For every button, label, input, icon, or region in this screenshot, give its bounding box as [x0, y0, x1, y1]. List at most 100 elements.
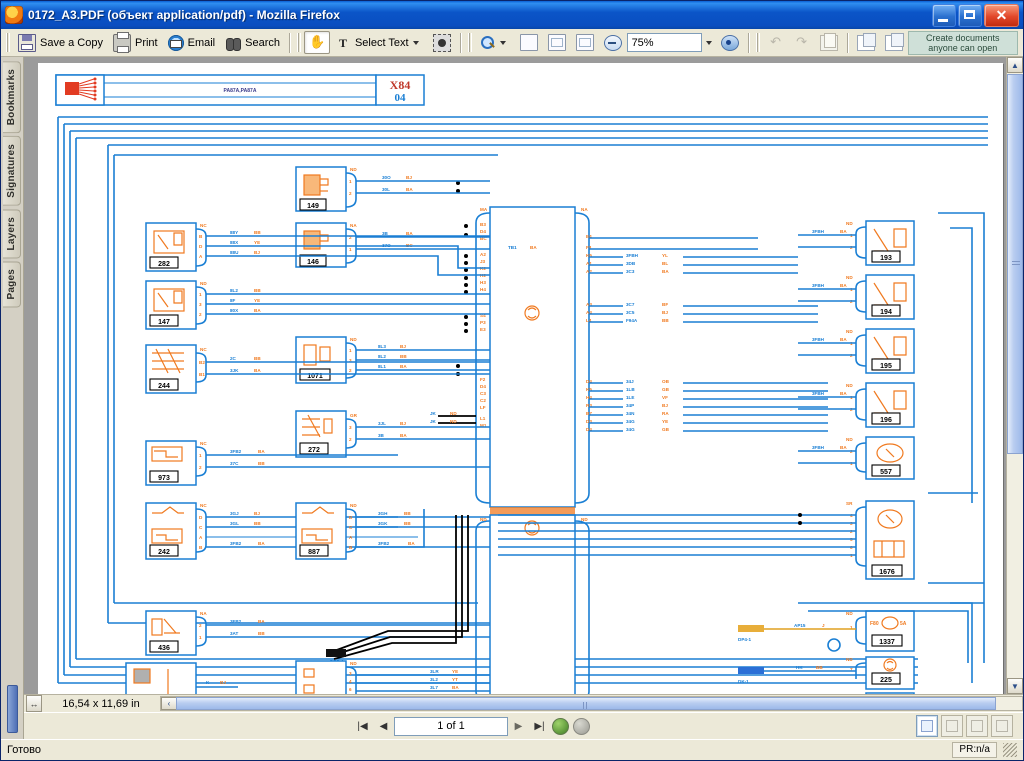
toolbar-grip[interactable]	[6, 33, 10, 52]
previous-view-circle-button[interactable]	[552, 718, 569, 735]
svg-text:BB: BB	[816, 665, 823, 670]
svg-text:8L2: 8L2	[230, 288, 238, 293]
svg-text:3: 3	[349, 671, 352, 676]
sidebar-tab-bookmarks-label: Bookmarks	[6, 69, 17, 125]
zoom-in-button[interactable]	[716, 31, 744, 54]
svg-text:B2: B2	[199, 360, 205, 365]
component-193: 193 ND 12 3FBHBA	[798, 221, 914, 265]
hand-tool-button[interactable]: ✋	[304, 31, 330, 54]
svg-text:2: 2	[349, 368, 352, 373]
scroll-up-button[interactable]: ▲	[1007, 57, 1023, 73]
continuous-view-button[interactable]	[941, 715, 963, 737]
svg-text:3JK: 3JK	[230, 368, 239, 373]
continuous-facing-view-button[interactable]	[991, 715, 1013, 737]
next-view-circle-button[interactable]	[573, 718, 590, 735]
svg-text:BJ: BJ	[400, 344, 406, 349]
zoom-level-value: 75%	[632, 37, 654, 49]
next-view-button[interactable]	[880, 31, 908, 54]
svg-text:JK: JK	[430, 419, 437, 424]
zoom-tool-button[interactable]	[475, 31, 515, 54]
copy-button[interactable]	[815, 31, 843, 54]
sidebar-tab-pages[interactable]: Pages	[3, 261, 21, 307]
toolbar-grip-4[interactable]	[756, 33, 760, 52]
svg-text:B3: B3	[480, 222, 486, 227]
svg-text:193: 193	[880, 255, 892, 262]
page-number-field[interactable]: 1 of 1	[394, 717, 508, 736]
component-bottom-left: ND 34 62 3LRYE 3L2YT 3L7BA 3LUNA	[296, 661, 490, 694]
zoom-level-combo[interactable]: 75%	[627, 33, 702, 52]
next-page-button[interactable]: ▶	[508, 716, 529, 737]
single-page-icon	[921, 720, 933, 732]
pdf-page[interactable]: .w{stroke:#1a7fd4;stroke-width:1.6;fill:…	[38, 63, 1003, 694]
sidebar-tab-signatures[interactable]: Signatures	[3, 136, 21, 206]
toolbar-separator	[289, 33, 290, 53]
snapshot-icon	[433, 34, 451, 52]
page-indicator-label: 1 of 1	[437, 720, 465, 732]
sidebar-tab-bookmarks[interactable]: Bookmarks	[3, 61, 21, 133]
previous-view-button[interactable]	[852, 31, 880, 54]
minimize-button[interactable]	[932, 4, 956, 27]
last-page-button[interactable]: ▶|	[529, 716, 550, 737]
svg-text:146: 146	[307, 259, 319, 266]
select-text-dropdown-icon[interactable]	[413, 41, 419, 45]
zoom-out-button[interactable]	[599, 31, 627, 54]
close-button[interactable]: ✕	[984, 4, 1019, 27]
select-text-button[interactable]: T Select Text	[330, 31, 428, 54]
svg-text:196: 196	[880, 417, 892, 424]
svg-text:D: D	[199, 515, 203, 520]
scroll-down-button[interactable]: ▼	[1007, 678, 1023, 694]
undo-button[interactable]: ↶	[763, 31, 789, 54]
svg-text:YE: YE	[254, 298, 260, 303]
toolbar-grip-2[interactable]	[297, 33, 301, 52]
print-button[interactable]: Print	[108, 31, 163, 54]
window-resize-grip[interactable]	[1003, 743, 1017, 757]
toolbar-grip-3[interactable]	[468, 33, 472, 52]
single-page-view-button[interactable]	[916, 715, 938, 737]
svg-text:HK: HK	[796, 665, 803, 670]
search-button[interactable]: Search	[220, 31, 285, 54]
sidebar-tab-layers[interactable]: Layers	[3, 209, 21, 258]
svg-text:B: B	[199, 545, 203, 550]
redo-button[interactable]: ↷	[789, 31, 815, 54]
fit-page-button[interactable]	[543, 31, 571, 54]
svg-text:YL: YL	[662, 253, 668, 258]
svg-text:436: 436	[158, 645, 170, 652]
svg-text:NC: NC	[200, 503, 207, 508]
facing-view-button[interactable]	[966, 715, 988, 737]
zoom-dropdown-icon[interactable]	[500, 41, 506, 45]
svg-text:YE: YE	[452, 669, 458, 674]
split-view-button[interactable]: ↔	[26, 695, 42, 712]
facing-icon	[971, 720, 983, 732]
navpane-splitter[interactable]	[7, 685, 18, 733]
svg-text:B: B	[199, 234, 203, 239]
adobe-ad-banner[interactable]: Create documents anyone can open	[908, 31, 1018, 55]
svg-text:NC: NC	[200, 223, 207, 228]
document-area[interactable]: .w{stroke:#1a7fd4;stroke-width:1.6;fill:…	[24, 57, 1023, 694]
previous-page-icon: ◀	[380, 721, 388, 732]
svg-text:ND: ND	[846, 383, 853, 388]
fit-width-button[interactable]	[571, 31, 599, 54]
component-557: 557 ND 21 3FBHBA	[798, 437, 914, 479]
vertical-scroll-thumb[interactable]	[1007, 74, 1023, 454]
actual-size-button[interactable]	[515, 31, 543, 54]
svg-text:1: 1	[349, 247, 352, 252]
svg-text:YT: YT	[452, 677, 458, 682]
maximize-button[interactable]	[958, 4, 982, 27]
scroll-left-button[interactable]: ‹	[161, 697, 177, 710]
svg-text:2: 2	[199, 465, 202, 470]
fit-page-icon	[548, 34, 566, 51]
continuous-icon	[946, 720, 958, 732]
svg-text:BA: BA	[840, 391, 847, 396]
snapshot-tool-button[interactable]	[428, 31, 456, 54]
previous-page-button[interactable]: ◀	[373, 716, 394, 737]
vertical-scrollbar[interactable]: ▲ ▼	[1006, 57, 1023, 694]
svg-text:BA: BA	[408, 541, 415, 546]
save-a-copy-button[interactable]: Save a Copy	[13, 31, 108, 54]
zoom-level-dropdown-icon[interactable]	[706, 41, 712, 45]
horizontal-scrollbar[interactable]: ‹	[160, 696, 1023, 711]
first-page-button[interactable]: |◀	[352, 716, 373, 737]
email-button[interactable]: Email	[163, 31, 221, 54]
svg-text:3: 3	[349, 425, 352, 430]
status-text: Готово	[7, 744, 41, 756]
horizontal-scroll-thumb[interactable]	[176, 697, 996, 710]
